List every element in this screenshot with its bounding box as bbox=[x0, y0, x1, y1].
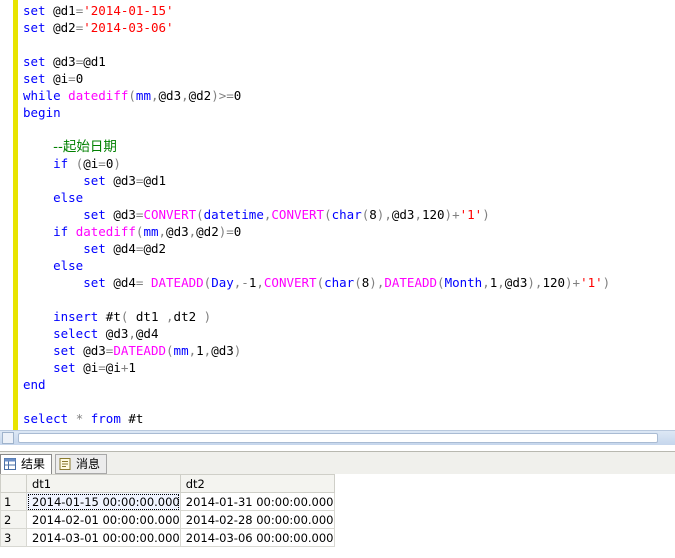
table-row[interactable]: 3 2014-03-01 00:00:00.000 2014-03-06 00:… bbox=[0, 528, 335, 547]
code-line[interactable] bbox=[23, 121, 610, 138]
cell-dt2[interactable]: 2014-03-06 00:00:00.000 bbox=[179, 528, 335, 547]
cell-dt2[interactable]: 2014-02-28 00:00:00.000 bbox=[179, 510, 335, 529]
code-line[interactable]: set @d4= DATEADD(Day,-1,CONVERT(char(8),… bbox=[23, 274, 610, 291]
tab-results-label: 结果 bbox=[21, 457, 46, 471]
scroll-left-button[interactable] bbox=[2, 432, 14, 444]
results-grid[interactable]: dt1 dt2 1 2014-01-15 00:00:00.000 2014-0… bbox=[0, 474, 675, 558]
code-line[interactable]: set @d3=@d1 bbox=[23, 172, 610, 189]
cell-dt1[interactable]: 2014-01-15 00:00:00.000 bbox=[26, 492, 181, 511]
code-line[interactable]: set @d1='2014-01-15' bbox=[23, 2, 610, 19]
cell-dt2[interactable]: 2014-01-31 00:00:00.000 bbox=[179, 492, 335, 511]
cell-dt1[interactable]: 2014-03-01 00:00:00.000 bbox=[26, 528, 181, 547]
code-line[interactable]: select * from #t bbox=[23, 410, 610, 427]
message-icon bbox=[59, 458, 71, 470]
code-line[interactable]: set @i=0 bbox=[23, 70, 610, 87]
sql-editor[interactable]: set @d1='2014-01-15' set @d2='2014-03-06'… bbox=[0, 0, 675, 430]
code-line[interactable]: select @d3,@d4 bbox=[23, 325, 610, 342]
row-number[interactable]: 3 bbox=[0, 528, 27, 547]
code-line[interactable] bbox=[23, 393, 610, 410]
code-line[interactable]: set @d3=DATEADD(mm,1,@d3) bbox=[23, 342, 610, 359]
code-line[interactable]: else bbox=[23, 189, 610, 206]
column-header-dt1[interactable]: dt1 bbox=[26, 474, 181, 493]
change-indicator-bar bbox=[13, 0, 18, 430]
editor-gutter bbox=[0, 0, 12, 430]
cell-dt1[interactable]: 2014-02-01 00:00:00.000 bbox=[26, 510, 181, 529]
code-line[interactable]: end bbox=[23, 376, 610, 393]
code-line[interactable] bbox=[23, 36, 610, 53]
table-row[interactable]: 2 2014-02-01 00:00:00.000 2014-02-28 00:… bbox=[0, 510, 335, 529]
code-line[interactable]: set @d4=@d2 bbox=[23, 240, 610, 257]
code-line[interactable]: --起始日期 bbox=[23, 138, 610, 155]
row-number[interactable]: 2 bbox=[0, 510, 27, 529]
code-line[interactable]: set @d2='2014-03-06' bbox=[23, 19, 610, 36]
results-tab-bar: 结果 消息 bbox=[0, 451, 675, 475]
code-line[interactable]: if (@i=0) bbox=[23, 155, 610, 172]
header-row: dt1 dt2 bbox=[0, 474, 335, 493]
code-line[interactable]: begin bbox=[23, 104, 610, 121]
scrollbar-thumb[interactable] bbox=[18, 433, 658, 443]
code-line[interactable]: if datediff(mm,@d3,@d2)=0 bbox=[23, 223, 610, 240]
tab-messages[interactable]: 消息 bbox=[55, 454, 107, 474]
code-line[interactable]: else bbox=[23, 257, 610, 274]
code-line[interactable]: insert #t( dt1 ,dt2 ) bbox=[23, 308, 610, 325]
results-table: dt1 dt2 1 2014-01-15 00:00:00.000 2014-0… bbox=[0, 474, 335, 547]
column-header-dt2[interactable]: dt2 bbox=[179, 474, 335, 493]
code-line[interactable] bbox=[23, 291, 610, 308]
code-line[interactable]: set @d3=CONVERT(datetime,CONVERT(char(8)… bbox=[23, 206, 610, 223]
code-area[interactable]: set @d1='2014-01-15' set @d2='2014-03-06'… bbox=[23, 2, 610, 427]
editor-horizontal-scrollbar[interactable] bbox=[0, 430, 675, 445]
grid-icon bbox=[4, 458, 16, 470]
table-row[interactable]: 1 2014-01-15 00:00:00.000 2014-01-31 00:… bbox=[0, 492, 335, 511]
row-number[interactable]: 1 bbox=[0, 492, 27, 511]
tab-results[interactable]: 结果 bbox=[0, 454, 52, 474]
code-line[interactable]: set @d3=@d1 bbox=[23, 53, 610, 70]
tab-messages-label: 消息 bbox=[76, 457, 101, 471]
code-line[interactable]: while datediff(mm,@d3,@d2)>=0 bbox=[23, 87, 610, 104]
code-line[interactable]: set @i=@i+1 bbox=[23, 359, 610, 376]
corner-header[interactable] bbox=[0, 474, 27, 493]
